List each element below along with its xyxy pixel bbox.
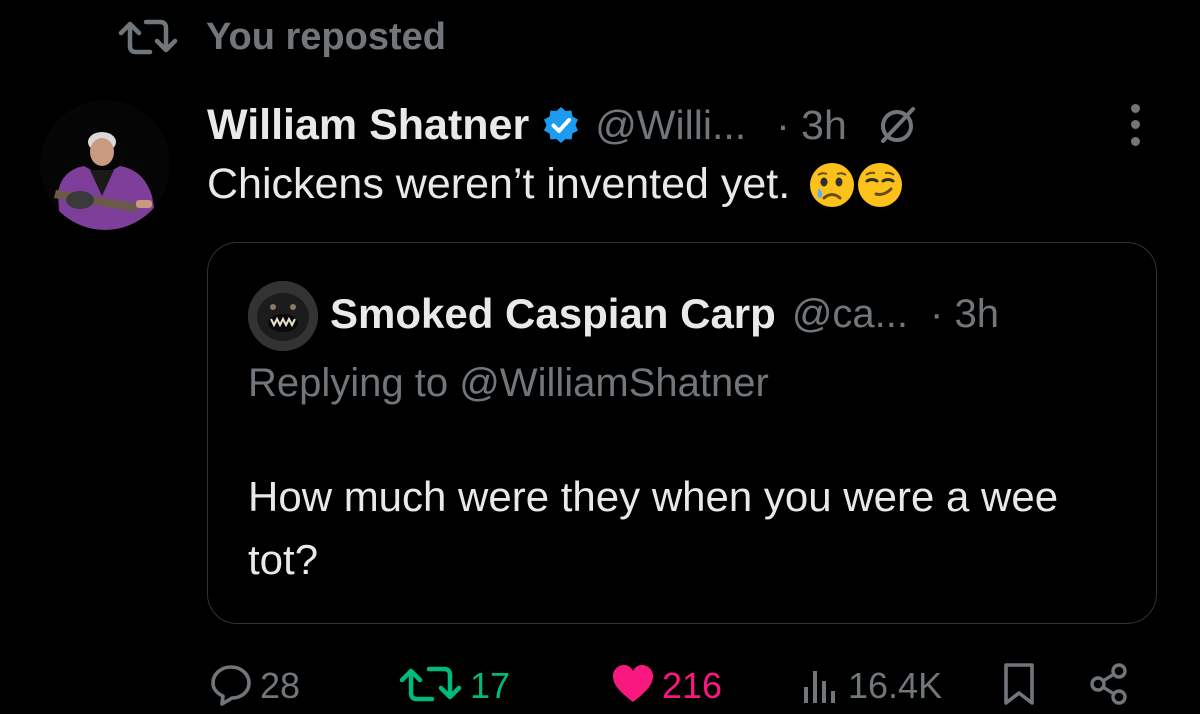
quoted-author-avatar[interactable]: [248, 281, 318, 351]
quoted-tweet-card[interactable]: Smoked Caspian Carp @ca... · 3h Replying…: [207, 242, 1157, 624]
bookmark-button[interactable]: [1000, 660, 1038, 712]
repost-header: You reposted: [118, 14, 446, 60]
views-button[interactable]: 16.4K: [800, 660, 942, 712]
reply-icon: [208, 661, 254, 712]
tweet-text: Chickens weren’t invented yet.: [207, 160, 904, 209]
author-avatar[interactable]: [40, 100, 170, 230]
quoted-author-name[interactable]: Smoked Caspian Carp: [330, 290, 776, 338]
quoted-author-handle[interactable]: @ca...: [792, 292, 908, 337]
reply-count: 28: [260, 665, 301, 706]
repost-icon: [118, 16, 178, 58]
quoted-tweet-timestamp[interactable]: · 3h: [930, 292, 999, 337]
repost-button[interactable]: 17: [398, 660, 510, 712]
quoted-tweet-header: Smoked Caspian Carp @ca... · 3h: [330, 285, 999, 343]
like-button[interactable]: 216: [610, 660, 722, 712]
heart-icon: [610, 662, 656, 711]
author-name[interactable]: William Shatner: [207, 101, 529, 150]
quoted-tweet-text: How much were they when you were a wee t…: [248, 473, 1059, 583]
like-count: 216: [662, 665, 723, 706]
share-button[interactable]: [1086, 660, 1132, 712]
analytics-icon: [800, 663, 842, 710]
replying-to-handle[interactable]: @WilliamShatner: [459, 361, 769, 405]
smirking-face-emoji: [856, 161, 904, 209]
crying-face-emoji: [808, 161, 856, 209]
verified-badge-icon[interactable]: [541, 105, 581, 145]
tweet-header: William Shatner @Willi... · 3h: [207, 96, 919, 154]
tweet-text-content: Chickens weren’t invented yet.: [207, 160, 791, 208]
tweet-timestamp[interactable]: · 3h: [776, 102, 847, 149]
author-handle[interactable]: @Willi...: [595, 102, 746, 149]
views-count: 16.4K: [848, 665, 943, 706]
grok-icon[interactable]: [875, 103, 919, 147]
reply-button[interactable]: 28: [208, 660, 300, 712]
bookmark-icon: [1000, 661, 1038, 712]
more-options-icon[interactable]: [1115, 100, 1155, 150]
replying-to-prefix: Replying to: [248, 361, 449, 405]
replying-to-line: Replying to @WilliamShatner: [248, 361, 769, 406]
repost-count: 17: [470, 665, 511, 706]
repost-icon: [398, 663, 464, 710]
repost-label: You reposted: [206, 15, 446, 58]
share-icon: [1086, 661, 1132, 712]
